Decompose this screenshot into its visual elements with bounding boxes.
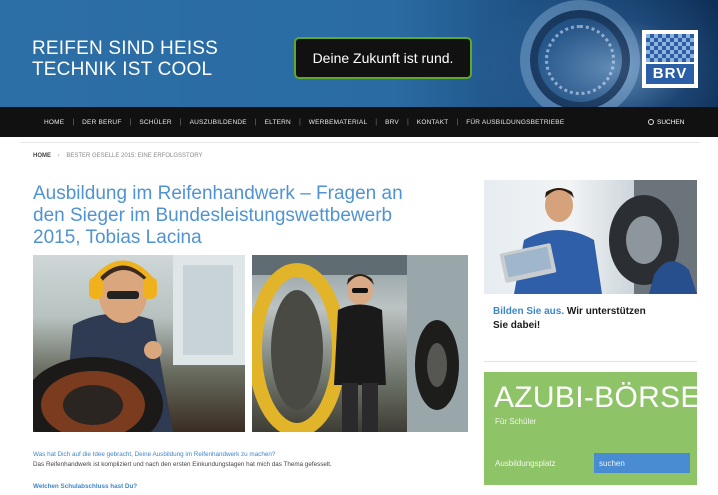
nav-item-werbematerial[interactable]: WERBEMATERIAL	[309, 119, 367, 126]
main-navigation: HOME | DER BERUF | SCHÜLER | AUSZUBILDEN…	[0, 107, 718, 137]
interview-question-1: Was hat Dich auf die Idee gebracht, Dein…	[33, 451, 276, 458]
photo-illustration-workshop	[252, 255, 468, 432]
breadcrumb: HOME › BESTER GESELLE 2015: EINE ERFOLGS…	[33, 153, 203, 159]
sidebar-divider	[484, 361, 697, 362]
nav-item-auszubildende[interactable]: AUSZUBILDENDE	[190, 119, 247, 126]
article-photo-tyre-work	[33, 255, 245, 432]
nav-item-schueler[interactable]: SCHÜLER	[139, 119, 171, 126]
nav-separator: |	[375, 118, 378, 126]
nav-separator: |	[72, 118, 75, 126]
nav-separator: |	[456, 118, 459, 126]
page-title-line-2: den Sieger im Bundesleistungswettbewerb	[33, 205, 393, 226]
brv-logo-text: BRV	[646, 64, 694, 84]
breadcrumb-separator: ›	[57, 153, 60, 159]
nav-item-home[interactable]: HOME	[44, 119, 64, 126]
site-header: REIFEN SIND HEISS TECHNIK IST COOL Deine…	[0, 0, 718, 107]
azubi-boerse-subtitle: Für Schüler	[495, 417, 537, 426]
interview-answer-1: Das Reifenhandwerk ist kompliziert und n…	[33, 461, 332, 468]
azubi-boerse-title[interactable]: AZUBI-BÖRSE	[494, 382, 701, 414]
magnifier-icon	[648, 119, 654, 125]
nav-search-label: SUCHEN	[657, 118, 685, 126]
slogan-line-2: TECHNIK IST COOL	[32, 59, 213, 80]
breadcrumb-current: BESTER GESELLE 2015: EINE ERFOLGSSTORY	[66, 153, 203, 159]
content-divider	[20, 142, 700, 143]
breadcrumb-home-link[interactable]: HOME	[33, 153, 51, 159]
promo-text-line-2: Sie dabei!	[493, 320, 541, 331]
wheel-hub-graphic	[545, 25, 615, 95]
nav-item-kontakt[interactable]: KONTAKT	[417, 119, 449, 126]
promo-text-highlight: Bilden Sie aus.	[493, 306, 565, 317]
sidebar-promo-text[interactable]: Bilden Sie aus. Wir unterstützen Sie dab…	[493, 305, 698, 333]
tagline-badge[interactable]: Deine Zukunft ist rund.	[294, 37, 472, 79]
nav-item-der-beruf[interactable]: DER BERUF	[82, 119, 121, 126]
article-photo-workshop	[252, 255, 468, 432]
sidebar-photo-mechanic-laptop[interactable]	[484, 180, 697, 294]
interview-question-2: Welchen Schulabschluss hast Du?	[33, 483, 138, 490]
nav-search-button[interactable]: SUCHEN	[648, 107, 684, 137]
nav-separator: |	[406, 118, 409, 126]
page-title: Ausbildung im Reifenhandwerk – Fragen an…	[33, 183, 463, 249]
header-slogan: REIFEN SIND HEISS TECHNIK IST COOL	[32, 38, 218, 80]
page-title-line-3: 2015, Tobias Lacina	[33, 227, 202, 248]
promo-text-rest: Wir unterstützen	[564, 306, 646, 317]
photo-illustration-apprentice	[33, 255, 245, 432]
nav-separator: |	[179, 118, 182, 126]
azubi-search-label: Ausbildungsplatz	[495, 459, 556, 468]
nav-item-eltern[interactable]: ELTERN	[265, 119, 291, 126]
brv-logo-pattern-icon	[646, 34, 694, 62]
nav-separator: |	[129, 118, 132, 126]
nav-separator: |	[298, 118, 301, 126]
azubi-search-input[interactable]	[594, 453, 690, 473]
brv-logo[interactable]: BRV	[642, 30, 698, 88]
azubi-boerse-box: AZUBI-BÖRSE Für Schüler Ausbildungsplatz	[484, 372, 700, 485]
slogan-line-1: REIFEN SIND HEISS	[32, 38, 219, 59]
nav-separator: |	[254, 118, 257, 126]
sidebar-photo-illustration	[499, 180, 697, 294]
nav-item-fuer-ausbildungsbetriebe[interactable]: FÜR AUSBILDUNGSBETRIEBE	[466, 119, 564, 126]
nav-item-brv[interactable]: BRV	[385, 119, 399, 126]
page-title-line-1: Ausbildung im Reifenhandwerk – Fragen an	[33, 183, 403, 204]
